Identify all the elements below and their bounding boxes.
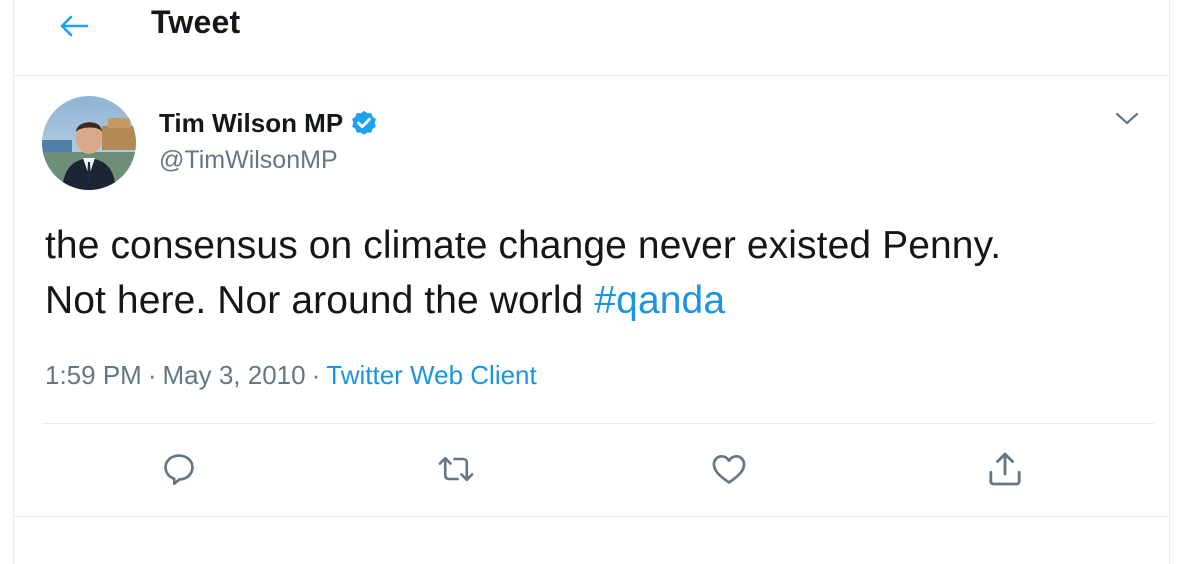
tweet-text-line-2-prefix: Not here. Nor around the world xyxy=(45,279,595,322)
like-button[interactable] xyxy=(706,446,752,492)
reply-icon xyxy=(164,454,194,486)
share-icon xyxy=(989,452,1021,486)
retweet-button[interactable] xyxy=(433,446,479,492)
author-handle[interactable]: @TimWilsonMP xyxy=(159,146,338,175)
tweet-text-line-2: Not here. Nor around the world #qanda xyxy=(45,273,1145,328)
avatar[interactable] xyxy=(42,96,136,190)
hashtag-link[interactable]: #qanda xyxy=(594,279,725,322)
chevron-down-icon xyxy=(1115,112,1139,125)
retweet-icon xyxy=(438,456,474,482)
timeline-column: Tweet Tim Wilson MP @TimWilsonMP the con… xyxy=(13,0,1170,564)
tweet-source-link[interactable]: Twitter Web Client xyxy=(326,360,536,390)
author-display-name[interactable]: Tim Wilson MP xyxy=(159,108,343,139)
page-title: Tweet xyxy=(151,4,241,40)
verified-badge-icon xyxy=(349,109,379,139)
tweet-text-line-1: the consensus on climate change never ex… xyxy=(45,224,1002,267)
reply-button[interactable] xyxy=(156,446,202,492)
tweet-actions-bar xyxy=(14,430,1169,510)
share-button[interactable] xyxy=(982,446,1028,492)
tweet-date[interactable]: May 3, 2010 xyxy=(163,360,306,390)
meta-separator: · xyxy=(147,360,157,390)
author-name-row: Tim Wilson MP xyxy=(159,108,379,139)
arrow-left-icon xyxy=(60,15,89,37)
tweet-text: the consensus on climate change never ex… xyxy=(45,218,1145,328)
meta-separator: · xyxy=(311,360,321,390)
tweet-time[interactable]: 1:59 PM xyxy=(45,360,142,390)
heart-icon xyxy=(712,454,746,484)
back-button[interactable] xyxy=(52,6,96,46)
page-header: Tweet xyxy=(14,0,1169,76)
divider xyxy=(42,423,1154,424)
tweet-metadata: 1:59 PM · May 3, 2010 · Twitter Web Client xyxy=(45,360,537,391)
tweet-bottom-border xyxy=(14,516,1169,517)
tweet-menu-button[interactable] xyxy=(1111,104,1143,134)
